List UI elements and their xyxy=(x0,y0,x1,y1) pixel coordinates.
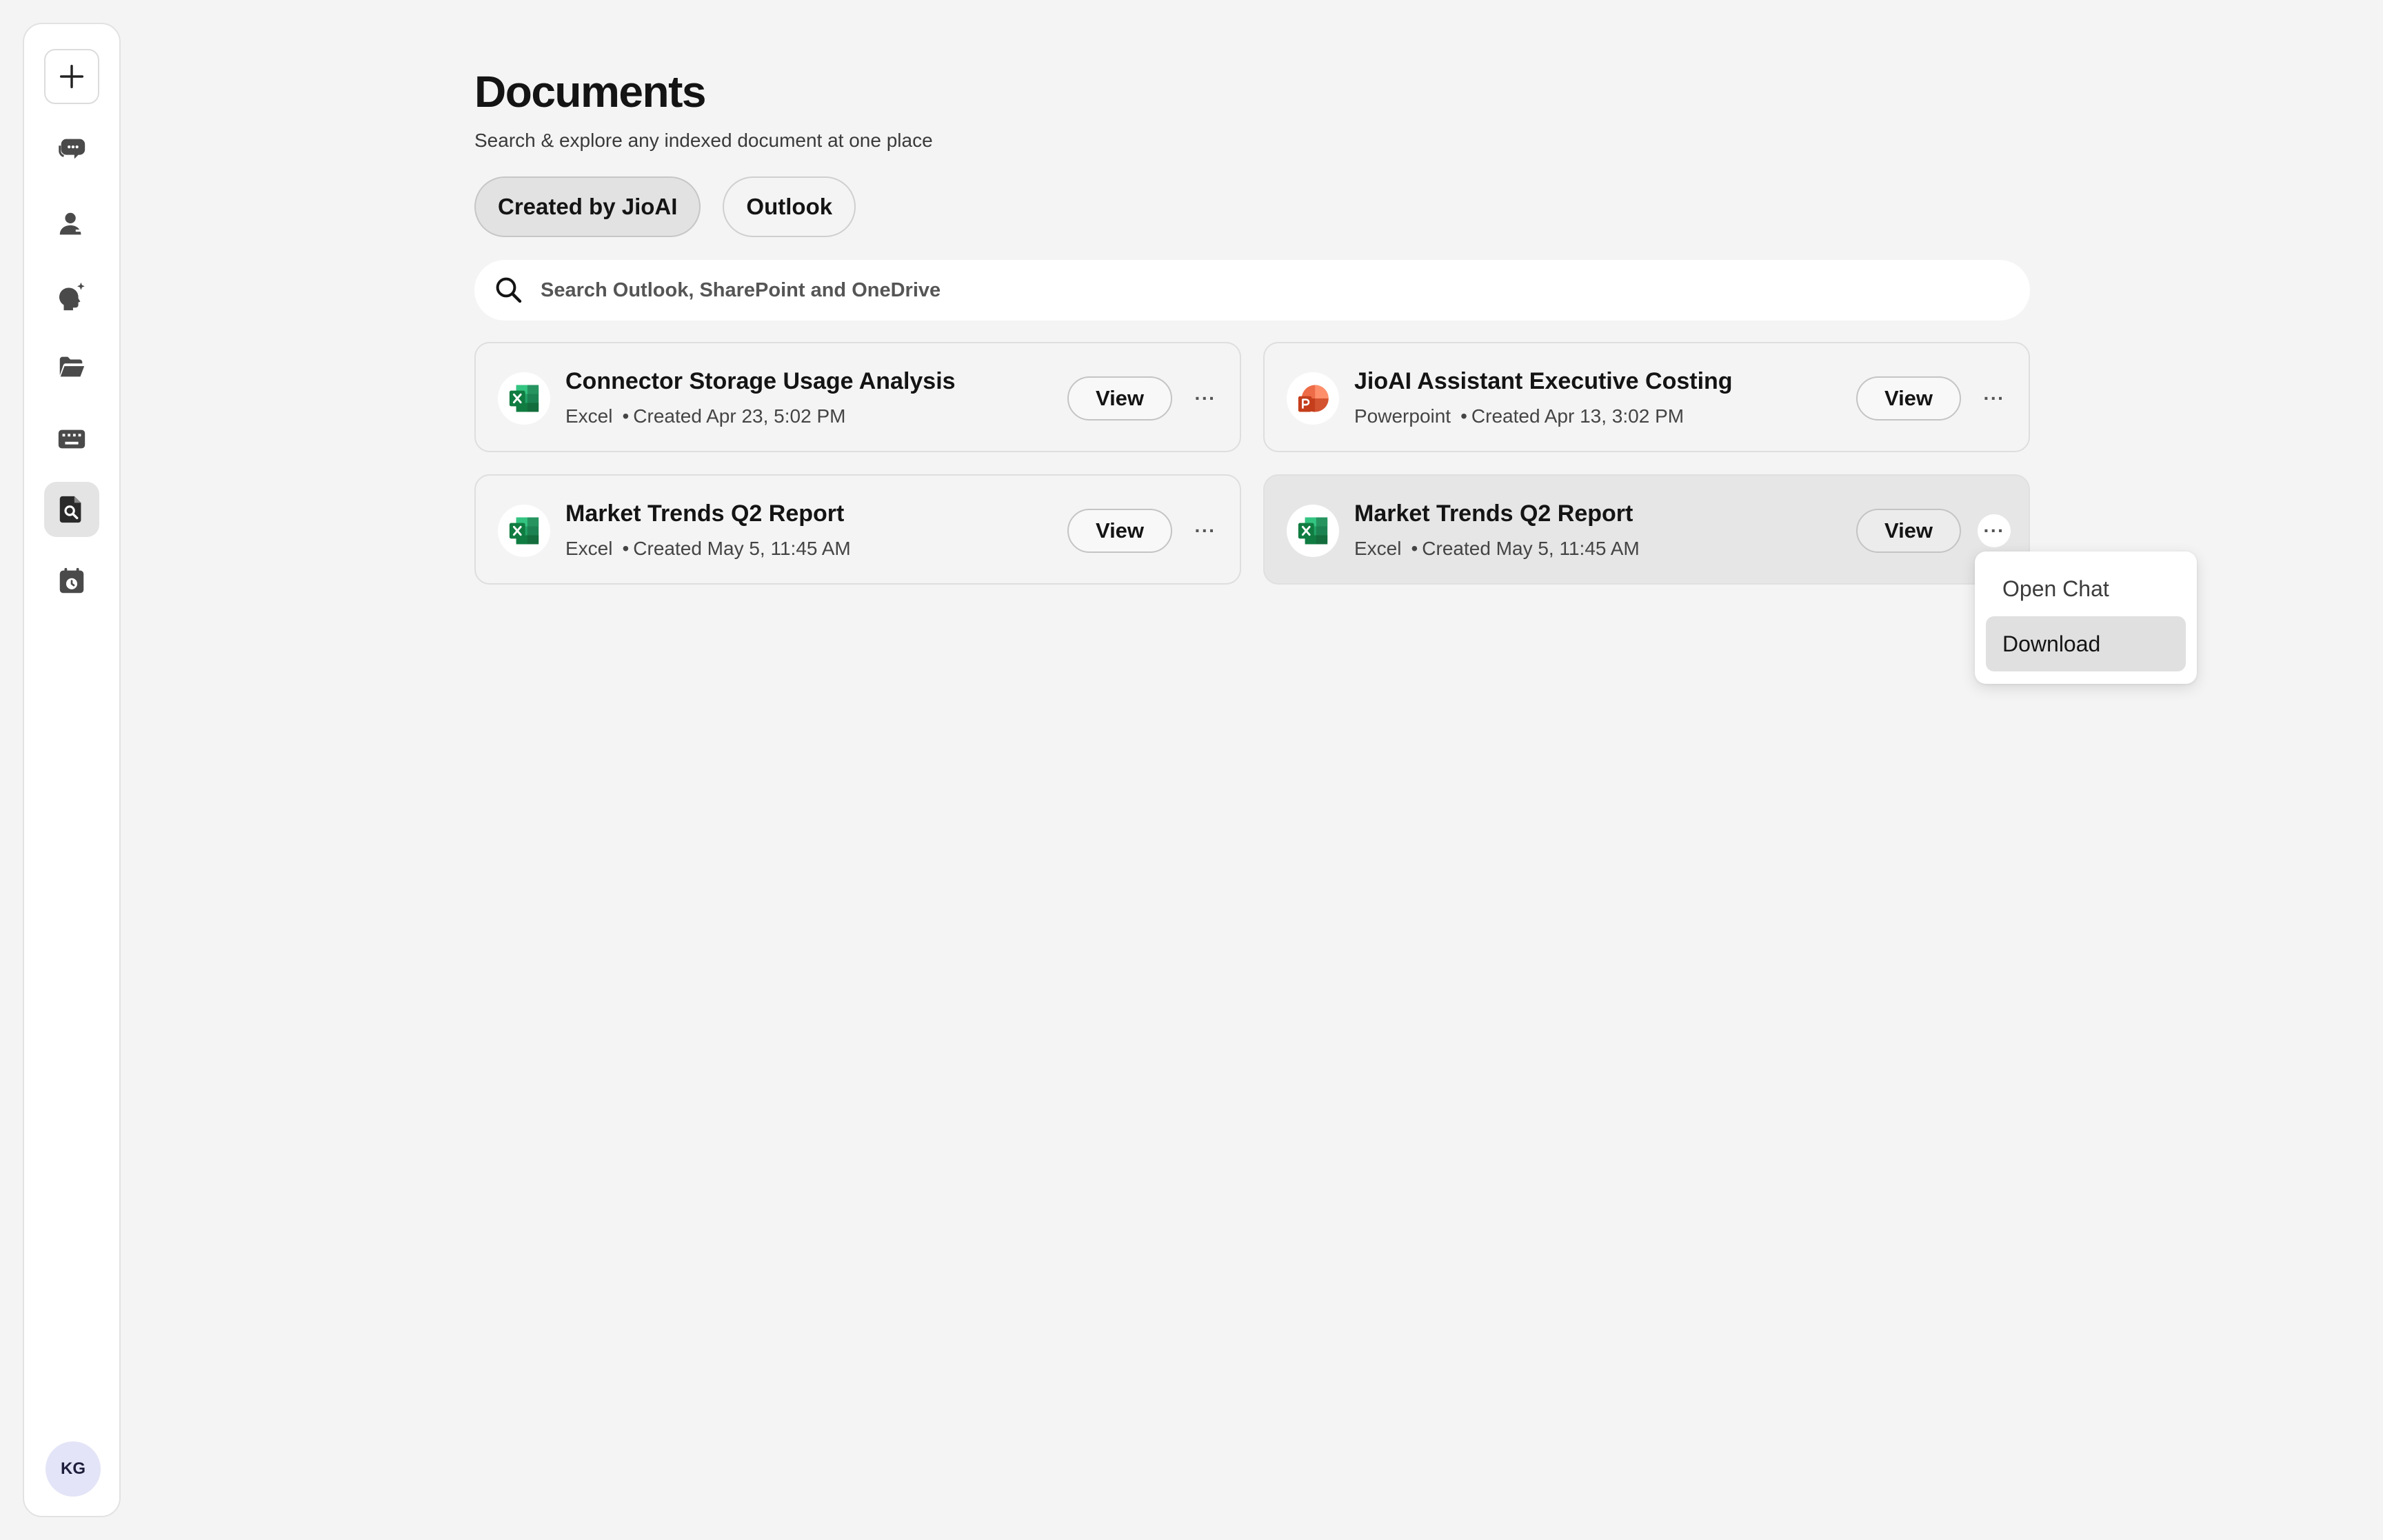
page-subtitle: Search & explore any indexed document at… xyxy=(474,130,933,151)
excel-icon xyxy=(1298,517,1328,545)
file-type-badge xyxy=(1287,372,1339,425)
person-icon xyxy=(59,212,83,235)
calendar-clock-icon xyxy=(59,567,84,594)
tab-created-by-jioai[interactable]: Created by JioAI xyxy=(474,176,701,237)
avatar[interactable]: KG xyxy=(46,1441,101,1497)
view-button[interactable]: View xyxy=(1856,376,1961,421)
document-card[interactable]: Market Trends Q2 Report Excel • Created Ma… xyxy=(1263,474,2030,585)
document-created: Created May 5, 11:45 AM xyxy=(633,538,851,559)
more-options-button[interactable]: ··· xyxy=(1978,514,2011,547)
document-search-icon xyxy=(59,496,81,523)
document-meta: Excel • Created May 5, 11:45 AM xyxy=(1354,538,1640,560)
search-bar xyxy=(474,260,2030,321)
more-options-button[interactable]: ··· xyxy=(1189,514,1222,547)
new-chat-button[interactable] xyxy=(44,49,99,104)
powerpoint-icon xyxy=(1298,385,1329,412)
document-created: Created May 5, 11:45 AM xyxy=(1422,538,1640,559)
more-options-button[interactable]: ··· xyxy=(1189,382,1222,415)
search-input[interactable] xyxy=(541,278,1920,302)
keyboard-icon xyxy=(58,429,86,449)
menu-item-download[interactable]: Download xyxy=(1986,616,2186,671)
document-title: Connector Storage Usage Analysis xyxy=(565,368,956,394)
sidebar-item-documents[interactable] xyxy=(44,482,99,537)
document-type: Excel xyxy=(565,405,613,427)
document-title: JioAI Assistant Executive Costing xyxy=(1354,368,1733,394)
document-created: Created Apr 23, 5:02 PM xyxy=(633,405,846,427)
sidebar-item-keyboard[interactable] xyxy=(44,412,99,467)
tab-outlook[interactable]: Outlook xyxy=(723,176,856,237)
meta-separator: • xyxy=(1411,538,1418,559)
meta-separator: • xyxy=(622,538,630,559)
view-button[interactable]: View xyxy=(1067,376,1172,421)
sidebar-item-contacts[interactable] xyxy=(44,196,99,252)
document-type: Powerpoint xyxy=(1354,405,1451,427)
more-options-button[interactable]: ··· xyxy=(1978,382,2011,415)
file-type-badge xyxy=(498,372,550,425)
page-title: Documents xyxy=(474,67,707,116)
sidebar-item-assistants[interactable] xyxy=(44,268,99,323)
sidebar-item-chats[interactable] xyxy=(44,122,99,177)
document-title: Market Trends Q2 Report xyxy=(565,500,845,527)
document-type: Excel xyxy=(565,538,613,559)
excel-icon xyxy=(509,385,539,412)
file-type-badge xyxy=(498,505,550,557)
view-button[interactable]: View xyxy=(1856,509,1961,553)
document-card[interactable]: Market Trends Q2 Report Excel • Created Ma… xyxy=(474,474,1241,585)
sidebar-item-schedule[interactable] xyxy=(44,554,99,609)
folder-icon xyxy=(59,356,85,377)
document-type: Excel xyxy=(1354,538,1402,559)
document-card[interactable]: Connector Storage Usage Analysis Excel • C… xyxy=(474,342,1241,452)
document-title: Market Trends Q2 Report xyxy=(1354,500,1633,527)
document-meta: Excel • Created Apr 23, 5:02 PM xyxy=(565,405,845,427)
file-type-badge xyxy=(1287,505,1339,557)
document-options-menu: Open Chat Download xyxy=(1975,551,2197,684)
chat-bubbles-icon xyxy=(59,139,86,159)
document-card[interactable]: JioAI Assistant Executive Costing Powerp… xyxy=(1263,342,2030,452)
view-button[interactable]: View xyxy=(1067,509,1172,553)
menu-item-open-chat[interactable]: Open Chat xyxy=(1986,561,2186,616)
meta-separator: • xyxy=(1460,405,1467,427)
sidebar-item-files[interactable] xyxy=(44,340,99,395)
document-meta: Powerpoint • Created Apr 13, 3:02 PM xyxy=(1354,405,1684,427)
excel-icon xyxy=(509,517,539,545)
meta-separator: • xyxy=(622,405,630,427)
sparkle-head-icon xyxy=(59,282,85,311)
document-meta: Excel • Created May 5, 11:45 AM xyxy=(565,538,851,560)
document-created: Created Apr 13, 3:02 PM xyxy=(1471,405,1685,427)
search-icon xyxy=(496,277,522,303)
plus-icon xyxy=(59,64,84,89)
source-tabs: Created by JioAI Outlook xyxy=(474,176,856,237)
sidebar: KG xyxy=(23,23,121,1517)
